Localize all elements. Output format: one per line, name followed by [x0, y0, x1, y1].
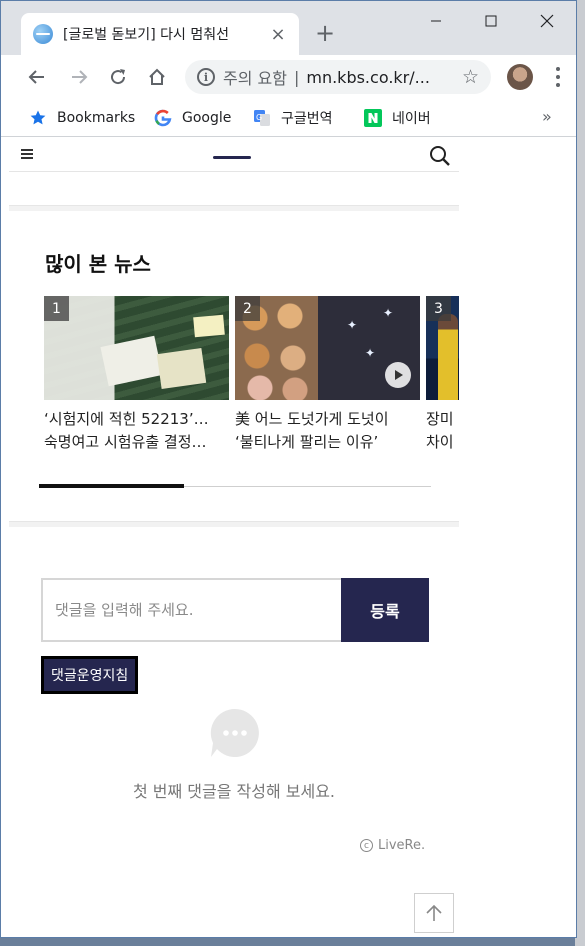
tab-strip: [글로벌 돋보기] 다시 멈춰선 × +	[1, 1, 576, 55]
section-title: 많이 본 뉴스	[45, 252, 151, 276]
tab-title: [글로벌 돋보기] 다시 멈춰선	[63, 27, 229, 43]
reload-icon	[111, 69, 126, 85]
bookmark-item-naver[interactable]: 네이버	[364, 107, 431, 129]
star-icon	[29, 109, 47, 127]
web-page: 많이 본 뉴스 1 ‘시험지에 적힌 52213’… 숙명여고 시험유출 결정……	[9, 138, 459, 937]
new-tab-icon[interactable]: +	[314, 19, 336, 47]
news-card[interactable]: 1 ‘시험지에 적힌 52213’… 숙명여고 시험유출 결정…	[44, 296, 229, 454]
chat-bubble-icon	[210, 708, 259, 757]
minimize-icon	[431, 20, 441, 22]
browser-menu-icon[interactable]	[553, 65, 563, 89]
bookmark-label: Bookmarks	[57, 110, 136, 126]
news-title-line[interactable]: 차이	[426, 431, 459, 454]
profile-avatar[interactable]	[507, 64, 533, 90]
arrow-up-icon	[426, 904, 442, 921]
bookmark-item-bookmarks[interactable]: Bookmarks	[29, 107, 135, 129]
tab-close-icon[interactable]: ×	[269, 24, 287, 45]
news-title-line[interactable]: 장미	[426, 408, 459, 431]
submit-comment-button[interactable]: 등록	[341, 578, 429, 642]
section-divider	[9, 205, 459, 211]
livere-label: LiveRe.	[378, 838, 426, 853]
news-carousel[interactable]: 1 ‘시험지에 적힌 52213’… 숙명여고 시험유출 결정… ✦ ✦ ✦ 2…	[44, 296, 459, 461]
omnibox-separator: |	[293, 67, 300, 87]
naver-icon	[364, 109, 382, 127]
info-icon[interactable]: i	[197, 68, 215, 86]
forward-arrow-icon	[72, 70, 88, 84]
comment-form: 등록	[41, 578, 429, 642]
page-right-gutter	[459, 138, 576, 937]
forward-button[interactable]	[67, 65, 91, 89]
news-title-line[interactable]: 美 어느 도넛가게 도넛이	[235, 408, 420, 431]
google-icon	[154, 109, 172, 127]
site-logo-bar[interactable]	[213, 156, 251, 159]
bookmark-star-icon[interactable]: ☆	[462, 66, 479, 88]
section-divider	[9, 521, 459, 527]
carousel-progress-fill	[39, 484, 184, 488]
empty-comments-text: 첫 번째 댓글을 작성해 보세요.	[132, 782, 336, 801]
news-title-line[interactable]: ‘불티나게 팔리는 이유’	[235, 431, 420, 454]
news-title-line[interactable]: 숙명여고 시험유출 결정…	[44, 431, 229, 454]
address-bar[interactable]: i 주의 요함 | mn.kbs.co.kr/... ☆	[185, 60, 491, 94]
bookmark-item-translate[interactable]: G 구글번역	[253, 107, 333, 129]
news-card[interactable]: 3 장미 차이	[426, 296, 459, 454]
copyright-icon: c	[360, 839, 373, 852]
comment-input[interactable]	[41, 578, 341, 642]
browser-tab[interactable]: [글로벌 돋보기] 다시 멈춰선 ×	[21, 13, 299, 55]
google-translate-icon: G	[253, 109, 271, 127]
reload-button[interactable]	[106, 65, 130, 89]
home-button[interactable]	[145, 65, 169, 89]
maximize-icon	[485, 15, 497, 27]
news-thumbnail[interactable]: ✦ ✦ ✦ 2	[235, 296, 420, 400]
rank-badge: 1	[44, 296, 69, 321]
bookmark-label: 구글번역	[281, 111, 333, 127]
comment-guidelines-button[interactable]: 댓글운영지침	[41, 656, 139, 694]
home-icon	[149, 68, 165, 85]
news-title-line[interactable]: ‘시험지에 적힌 52213’…	[44, 408, 229, 431]
maximize-button[interactable]	[468, 7, 514, 35]
bookmark-label: 네이버	[392, 111, 431, 127]
play-icon[interactable]	[385, 362, 411, 388]
window-close-button[interactable]	[524, 7, 570, 35]
search-icon[interactable]	[429, 145, 451, 167]
bookmarks-bar: Bookmarks Google G 구글번역 네이버 »	[1, 99, 576, 137]
browser-toolbar: i 주의 요함 | mn.kbs.co.kr/... ☆	[1, 55, 576, 99]
kbs-favicon-icon	[33, 24, 53, 44]
back-button[interactable]	[25, 65, 49, 89]
rank-badge: 2	[235, 296, 260, 321]
scroll-to-top-button[interactable]	[414, 893, 454, 933]
rank-badge: 3	[426, 296, 451, 321]
news-thumbnail[interactable]: 3	[426, 296, 459, 400]
svg-text:G: G	[256, 113, 262, 122]
hamburger-menu-icon[interactable]	[21, 149, 33, 159]
bookmark-item-google[interactable]: Google	[154, 107, 231, 129]
site-header	[9, 138, 459, 172]
security-label: 주의 요함	[223, 69, 287, 88]
bookmark-label: Google	[182, 110, 232, 126]
url-text[interactable]: mn.kbs.co.kr/...	[306, 68, 456, 87]
news-thumbnail[interactable]: 1	[44, 296, 229, 400]
close-icon	[540, 14, 554, 28]
browser-window: [글로벌 돋보기] 다시 멈춰선 × + i 주의 요함 | mn.kbs.co…	[0, 0, 577, 938]
bookmarks-overflow-icon[interactable]: »	[542, 107, 552, 126]
minimize-button[interactable]	[413, 7, 459, 35]
livere-credit[interactable]: c LiveRe.	[360, 838, 425, 853]
news-card[interactable]: ✦ ✦ ✦ 2 美 어느 도넛가게 도넛이 ‘불티나게 팔리는 이유’	[235, 296, 420, 454]
back-arrow-icon	[28, 70, 44, 84]
